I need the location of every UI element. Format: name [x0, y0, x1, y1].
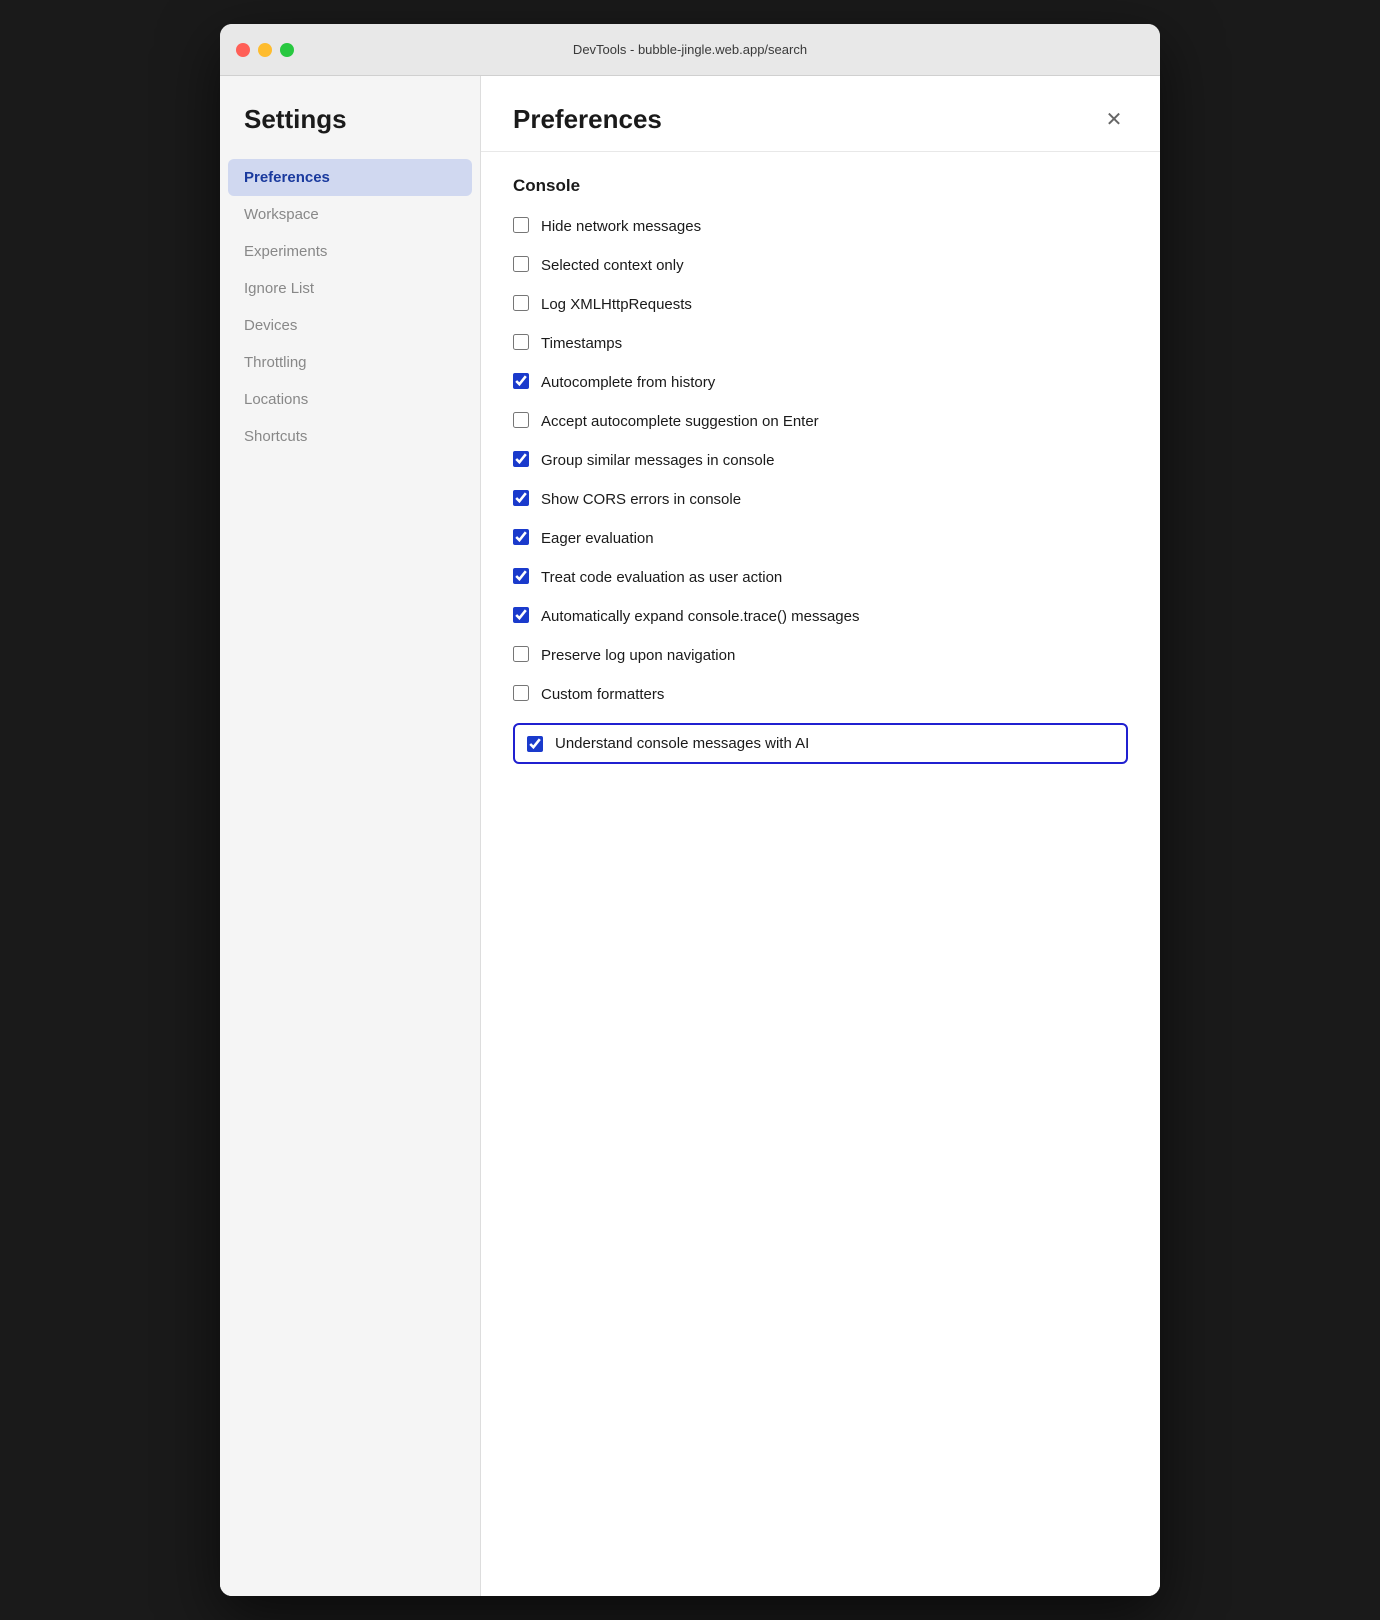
- checkbox-show-cors: Show CORS errors in console: [513, 489, 1128, 510]
- auto-expand-checkbox[interactable]: [513, 607, 529, 623]
- understand-ai-label[interactable]: Understand console messages with AI: [555, 733, 809, 754]
- group-similar-checkbox[interactable]: [513, 451, 529, 467]
- show-cors-label[interactable]: Show CORS errors in console: [541, 489, 741, 510]
- checkbox-selected-context: Selected context only: [513, 255, 1128, 276]
- sidebar-item-locations[interactable]: Locations: [220, 381, 480, 418]
- sidebar-item-preferences[interactable]: Preferences: [228, 159, 472, 196]
- accept-autocomplete-label[interactable]: Accept autocomplete suggestion on Enter: [541, 411, 819, 432]
- selected-context-checkbox[interactable]: [513, 256, 529, 272]
- minimize-traffic-light[interactable]: [258, 43, 272, 57]
- section-title: Console: [513, 176, 1128, 196]
- close-traffic-light[interactable]: [236, 43, 250, 57]
- titlebar: DevTools - bubble-jingle.web.app/search: [220, 24, 1160, 76]
- checkbox-hide-network: Hide network messages: [513, 216, 1128, 237]
- checkbox-log-xmlhttp: Log XMLHttpRequests: [513, 294, 1128, 315]
- autocomplete-history-checkbox[interactable]: [513, 373, 529, 389]
- sidebar-item-devices[interactable]: Devices: [220, 307, 480, 344]
- log-xmlhttp-label[interactable]: Log XMLHttpRequests: [541, 294, 692, 315]
- traffic-lights: [236, 43, 294, 57]
- show-cors-checkbox[interactable]: [513, 490, 529, 506]
- checkbox-custom-formatters: Custom formatters: [513, 684, 1128, 705]
- autocomplete-history-label[interactable]: Autocomplete from history: [541, 372, 715, 393]
- checkbox-preserve-log: Preserve log upon navigation: [513, 645, 1128, 666]
- group-similar-label[interactable]: Group similar messages in console: [541, 450, 774, 471]
- main-area: Preferences ✕ Console Hide network messa…: [480, 76, 1160, 1596]
- checkbox-treat-code: Treat code evaluation as user action: [513, 567, 1128, 588]
- custom-formatters-label[interactable]: Custom formatters: [541, 684, 664, 705]
- checkbox-accept-autocomplete: Accept autocomplete suggestion on Enter: [513, 411, 1128, 432]
- sidebar: Settings Preferences Workspace Experimen…: [220, 76, 480, 1596]
- checkbox-timestamps: Timestamps: [513, 333, 1128, 354]
- hide-network-checkbox[interactable]: [513, 217, 529, 233]
- treat-code-label[interactable]: Treat code evaluation as user action: [541, 567, 782, 588]
- preserve-log-label[interactable]: Preserve log upon navigation: [541, 645, 735, 666]
- devtools-window: DevTools - bubble-jingle.web.app/search …: [220, 24, 1160, 1596]
- sidebar-item-ignore-list[interactable]: Ignore List: [220, 270, 480, 307]
- eager-eval-label[interactable]: Eager evaluation: [541, 528, 654, 549]
- sidebar-item-experiments[interactable]: Experiments: [220, 233, 480, 270]
- checkbox-eager-eval: Eager evaluation: [513, 528, 1128, 549]
- main-title: Preferences: [513, 104, 662, 135]
- sidebar-heading: Settings: [220, 104, 480, 159]
- preserve-log-checkbox[interactable]: [513, 646, 529, 662]
- hide-network-label[interactable]: Hide network messages: [541, 216, 701, 237]
- treat-code-checkbox[interactable]: [513, 568, 529, 584]
- checkbox-group-similar: Group similar messages in console: [513, 450, 1128, 471]
- checkbox-auto-expand: Automatically expand console.trace() mes…: [513, 606, 1128, 627]
- main-header: Preferences ✕: [481, 76, 1160, 152]
- accept-autocomplete-checkbox[interactable]: [513, 412, 529, 428]
- checkbox-autocomplete-history: Autocomplete from history: [513, 372, 1128, 393]
- close-button[interactable]: ✕: [1100, 106, 1128, 134]
- main-scroll-area[interactable]: Console Hide network messages Selected c…: [481, 152, 1160, 1596]
- maximize-traffic-light[interactable]: [280, 43, 294, 57]
- eager-eval-checkbox[interactable]: [513, 529, 529, 545]
- sidebar-item-throttling[interactable]: Throttling: [220, 344, 480, 381]
- custom-formatters-checkbox[interactable]: [513, 685, 529, 701]
- settings-content: Settings Preferences Workspace Experimen…: [220, 76, 1160, 1596]
- sidebar-item-shortcuts[interactable]: Shortcuts: [220, 418, 480, 455]
- auto-expand-label[interactable]: Automatically expand console.trace() mes…: [541, 606, 860, 627]
- understand-ai-checkbox[interactable]: [527, 736, 543, 752]
- timestamps-label[interactable]: Timestamps: [541, 333, 622, 354]
- sidebar-item-workspace[interactable]: Workspace: [220, 196, 480, 233]
- timestamps-checkbox[interactable]: [513, 334, 529, 350]
- checkbox-understand-ai-container: Understand console messages with AI: [513, 723, 1128, 764]
- window-title: DevTools - bubble-jingle.web.app/search: [573, 42, 807, 57]
- log-xmlhttp-checkbox[interactable]: [513, 295, 529, 311]
- selected-context-label[interactable]: Selected context only: [541, 255, 684, 276]
